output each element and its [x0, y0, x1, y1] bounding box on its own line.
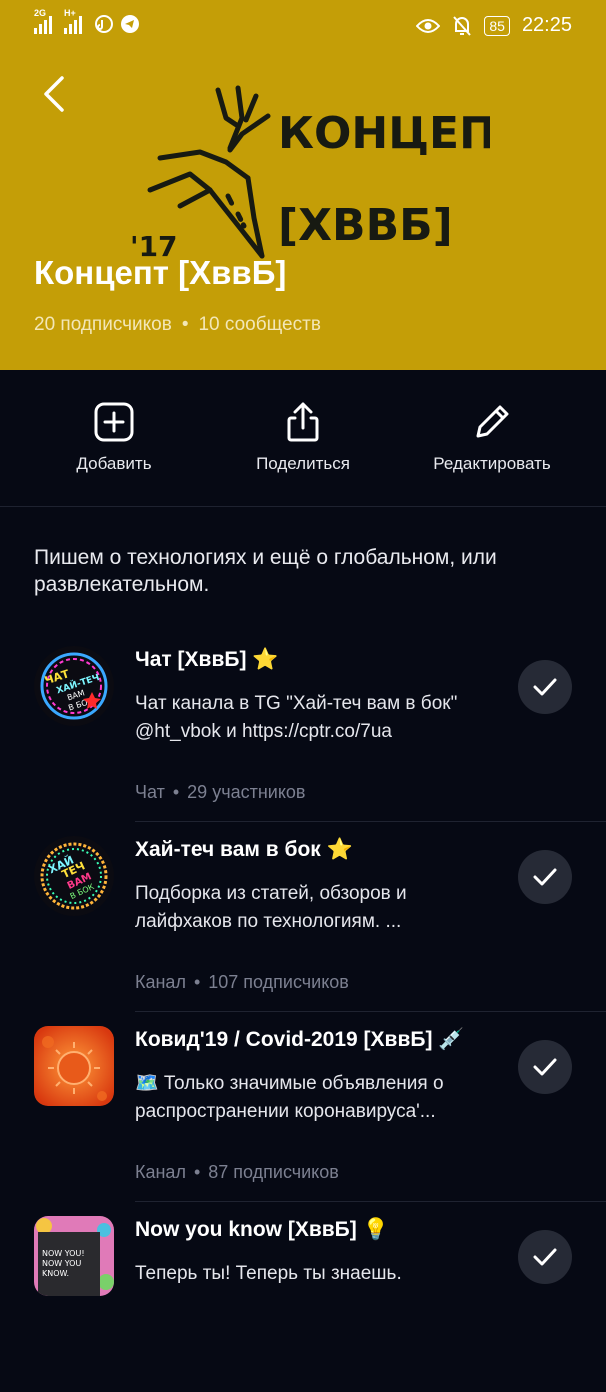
signal-icon: 2G: [34, 8, 52, 34]
svg-text:KNOW.: KNOW.: [42, 1269, 69, 1278]
item-title: Ковид'19 / Covid-2019 [ХввБ] 💉: [135, 1028, 465, 1051]
svg-text:NOW YOU!: NOW YOU!: [42, 1249, 85, 1258]
edit-button[interactable]: Редактировать: [392, 400, 592, 474]
item-type: Канал: [135, 972, 186, 992]
back-arrow-icon[interactable]: [38, 72, 78, 116]
item-title: Хай-теч вам в бок ⭐: [135, 838, 353, 861]
channel-avatar: ХАЙ ТЕЧ ВАМ В БОК: [34, 836, 114, 916]
check-icon: [533, 1248, 557, 1266]
item-description: Теперь ты! Теперь ты знаешь.: [135, 1263, 402, 1284]
item-description: Подборка из статей, обзоров и лайфхаков …: [135, 883, 407, 932]
group-meta: 20 подписчиков • 10 сообществ: [34, 314, 321, 335]
share-label: Поделиться: [256, 454, 350, 473]
svg-text:КОНЦЕПТ: КОНЦЕПТ: [278, 108, 490, 159]
item-title: Чат [ХввБ] ⭐: [135, 648, 279, 671]
item-description: Чат канала в TG "Хай-теч вам в бок" @ht_…: [135, 693, 458, 742]
battery-indicator: 85: [484, 15, 510, 36]
signal-icon-2: H+: [64, 8, 82, 34]
group-header: 2G H+ 85 22:25 '17 КОНЦЕП [ХВВБ] Концепт…: [0, 0, 606, 370]
group-logo: '17 КОНЦЕПТ [ХВВБ]: [130, 85, 490, 263]
telegram-icon: [121, 15, 139, 33]
eye-icon: [416, 18, 441, 33]
joined-check-button[interactable]: [518, 660, 572, 714]
joined-check-button[interactable]: [518, 850, 572, 904]
item-meta: Канал • 107 подписчиков: [135, 972, 349, 992]
status-bar: 2G H+ 85 22:25: [0, 0, 606, 52]
joined-check-button[interactable]: [518, 1040, 572, 1094]
add-square-icon: [94, 402, 134, 442]
item-meta: Чат • 29 участников: [135, 782, 306, 802]
list-item-channel-now-you-know[interactable]: NOW YOU! NOW YOU KNOW. Now you know [Хвв…: [0, 1202, 606, 1392]
chat-avatar: ЧАТ ХАЙ-ТЕЧ ВАМ В БОК: [34, 646, 114, 726]
group-title: Концепт [ХввБ]: [34, 254, 287, 291]
edit-label: Редактировать: [433, 454, 551, 473]
check-icon: [533, 678, 557, 696]
add-label: Добавить: [76, 454, 152, 473]
communities-count: 10 сообществ: [198, 314, 321, 335]
list-item-channel-hitech[interactable]: ХАЙ ТЕЧ ВАМ В БОК Хай-теч вам в бок ⭐ По…: [0, 822, 606, 1012]
covid-avatar: [34, 1026, 114, 1106]
group-description: Пишем о технологиях и ещё о глобальном, …: [34, 546, 497, 596]
now-you-know-avatar: NOW YOU! NOW YOU KNOW.: [34, 1216, 114, 1296]
item-title: Now you know [ХввБ] 💡: [135, 1218, 389, 1241]
svg-text:[ХВВБ]: [ХВВБ]: [278, 200, 453, 251]
item-meta: Канал • 87 подписчиков: [135, 1162, 339, 1182]
list-item-channel-covid[interactable]: Ковид'19 / Covid-2019 [ХввБ] 💉 🗺️ Только…: [0, 1012, 606, 1202]
item-description: 🗺️ Только значимые объявления о распрост…: [135, 1073, 444, 1122]
tiktok-icon: [95, 15, 113, 33]
subscribers-count: 20 подписчиков: [34, 314, 172, 335]
add-button[interactable]: Добавить: [14, 400, 214, 474]
item-count: 87 подписчиков: [208, 1162, 339, 1182]
svg-text:NOW YOU: NOW YOU: [42, 1259, 81, 1268]
list-item-chat[interactable]: ЧАТ ХАЙ-ТЕЧ ВАМ В БОК Чат [ХввБ] ⭐ Чат к…: [0, 632, 606, 822]
action-bar: Добавить Поделиться Редактировать: [0, 370, 606, 507]
check-icon: [533, 868, 557, 886]
share-button[interactable]: Поделиться: [203, 400, 403, 474]
item-type: Канал: [135, 1162, 186, 1182]
bell-off-icon: [453, 15, 472, 36]
item-type: Чат: [135, 782, 165, 802]
joined-check-button[interactable]: [518, 1230, 572, 1284]
check-icon: [533, 1058, 557, 1076]
clock: 22:25: [521, 14, 572, 36]
pencil-icon: [476, 405, 509, 438]
item-count: 29 участников: [187, 782, 306, 802]
item-count: 107 подписчиков: [208, 972, 349, 992]
share-icon: [287, 402, 319, 442]
